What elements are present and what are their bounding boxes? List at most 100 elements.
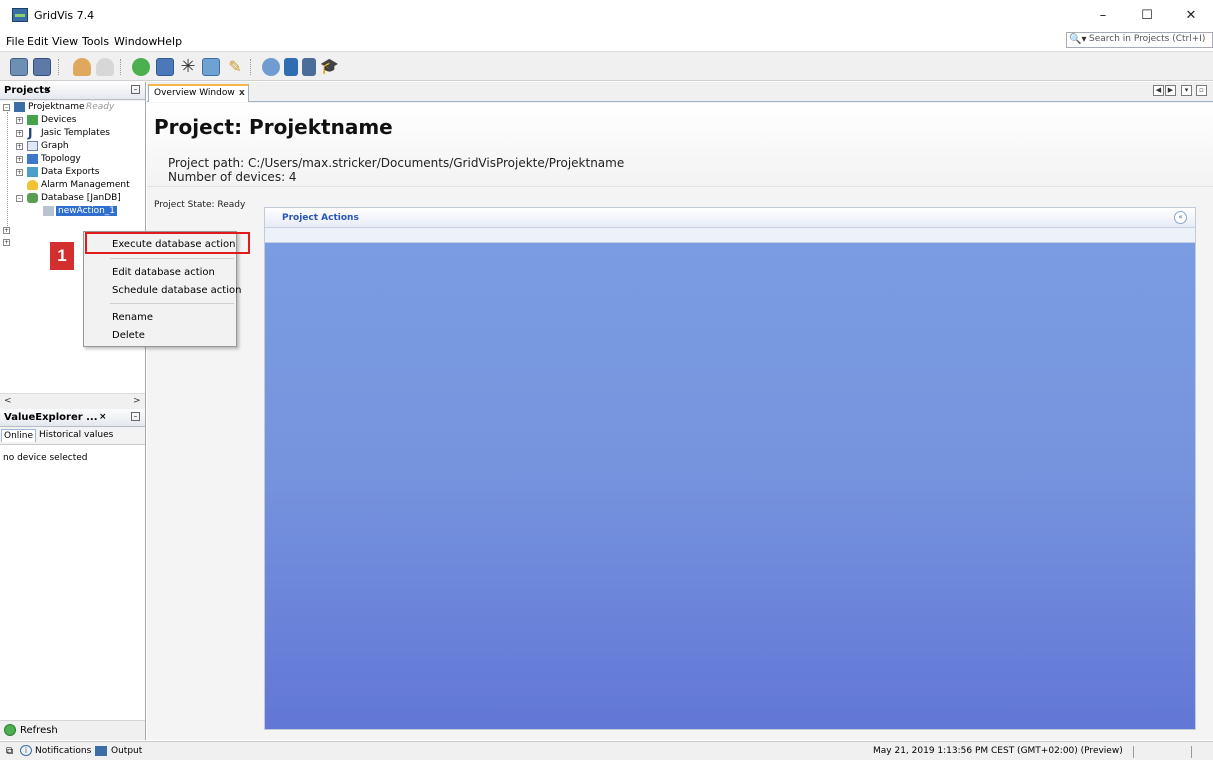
data-export-icon <box>27 167 38 177</box>
expand-icon[interactable]: + <box>3 227 10 234</box>
tree-label: Topology <box>41 154 81 164</box>
project-actions-header[interactable]: Project Actions « <box>265 208 1195 228</box>
collapse-icon[interactable]: – <box>16 195 23 202</box>
menu-help[interactable]: Help <box>157 35 182 48</box>
tree-node-data-exports[interactable]: + Data Exports <box>0 167 145 179</box>
info-icon: i <box>20 745 32 756</box>
tab-list-icon[interactable]: ▾ <box>1181 85 1192 96</box>
project-actions-panel: Project Actions « <box>264 207 1196 730</box>
value-explorer-title: ValueExplorer ... <box>4 412 98 423</box>
tab-historical-values[interactable]: Historical values <box>37 429 115 441</box>
export-icon[interactable] <box>302 58 316 76</box>
tree-node-new-action[interactable]: newAction_1 <box>0 206 145 218</box>
project-actions-strip <box>265 228 1195 243</box>
search-icon: 🔍▾ <box>1069 34 1087 45</box>
tab-close-icon[interactable]: x <box>239 88 245 98</box>
project-state: Project State: Ready <box>154 200 246 210</box>
menu-tools[interactable]: Tools <box>82 35 109 48</box>
tree-node-jasic[interactable]: + J Jasic Templates <box>0 126 145 140</box>
tree-node-collapsed[interactable]: + <box>0 225 30 237</box>
menu-item-delete[interactable]: Delete <box>84 327 236 344</box>
minimize-panel-icon[interactable]: – <box>131 85 140 94</box>
tree-node-root[interactable]: – Projektname Ready <box>0 102 145 114</box>
action-icon <box>43 206 54 216</box>
app-logo-icon <box>12 8 28 22</box>
topology-star-icon[interactable]: ✳ <box>179 58 197 76</box>
collapse-icon[interactable]: – <box>3 104 10 111</box>
toolbar: ✳ ✎ 🎓 <box>0 51 1213 81</box>
expand-icon[interactable]: + <box>16 143 23 150</box>
minimize-button[interactable]: – <box>1081 0 1125 31</box>
restore-window-icon[interactable]: ▫ <box>1196 85 1207 96</box>
device-config-icon[interactable] <box>156 58 174 76</box>
menu-bar: File Edit View Tools Window Help <box>0 31 1213 51</box>
tree-node-topology[interactable]: + Topology <box>0 154 145 166</box>
alarm-icon <box>27 180 38 190</box>
project-header: Project: Projektname Project path: C:/Us… <box>147 103 1213 187</box>
tree-node-graph[interactable]: + Graph <box>0 141 145 153</box>
topology-icon <box>27 154 38 164</box>
user-icon[interactable] <box>262 58 280 76</box>
maximize-button[interactable]: ☐ <box>1125 0 1169 31</box>
tab-overview-window[interactable]: Overview Window x <box>148 84 249 102</box>
output-button[interactable]: Output <box>111 746 142 756</box>
status-divider <box>1191 746 1192 758</box>
graduation-cap-icon[interactable]: 🎓 <box>320 58 339 76</box>
menu-item-schedule-database-action[interactable]: Schedule database action <box>84 282 241 299</box>
expand-icon[interactable]: + <box>16 117 23 124</box>
search-input[interactable]: 🔍▾ Search in Projects (Ctrl+I) <box>1066 32 1213 48</box>
undo-icon[interactable] <box>73 58 91 76</box>
tab-scroll-right-icon[interactable]: ▶ <box>1165 85 1176 96</box>
sync-icon[interactable] <box>132 58 150 76</box>
menu-view[interactable]: View <box>52 35 78 48</box>
projects-close-icon[interactable]: × <box>44 85 52 95</box>
scroll-left-icon[interactable]: < <box>4 394 12 408</box>
refresh-button[interactable]: Refresh <box>0 720 145 740</box>
window-restore-icon[interactable]: ⧉ <box>6 746 13 757</box>
tab-scroll-left-icon[interactable]: ◀ <box>1153 85 1164 96</box>
tree-label: Data Exports <box>41 167 100 177</box>
tree-label: Jasic Templates <box>41 128 110 138</box>
expand-icon[interactable]: + <box>3 239 10 246</box>
tab-online[interactable]: Online <box>1 429 37 442</box>
horizontal-scrollbar[interactable]: < > <box>0 393 145 407</box>
tree-node-collapsed[interactable]: + <box>0 237 30 249</box>
redo-icon[interactable] <box>96 58 114 76</box>
refresh-label: Refresh <box>20 725 58 736</box>
value-explorer-header: ValueExplorer ... × – <box>0 409 145 427</box>
graph-window-icon[interactable] <box>202 58 220 76</box>
open-project-icon[interactable] <box>10 58 28 76</box>
title-bar: GridVis 7.4 – ☐ ✕ <box>0 0 1213 31</box>
tree-label: Alarm Management <box>41 180 130 190</box>
expand-icon[interactable]: + <box>16 130 23 137</box>
report-icon[interactable] <box>284 58 298 76</box>
tree-label-selected: newAction_1 <box>56 206 118 216</box>
menu-item-rename[interactable]: Rename <box>84 309 236 326</box>
tools-icon[interactable]: ✎ <box>226 58 244 76</box>
status-bar: ⧉ i Notifications Output May 21, 2019 1:… <box>0 741 1213 760</box>
tree-node-database[interactable]: – Database [JanDB] <box>0 193 145 205</box>
notifications-button[interactable]: Notifications <box>35 746 91 756</box>
tree-node-devices[interactable]: + Devices <box>0 115 145 127</box>
expand-icon[interactable]: + <box>16 169 23 176</box>
left-panel: Projects × – – Projektname Ready + Devic… <box>0 82 146 740</box>
menu-separator <box>110 258 234 259</box>
menu-item-edit-database-action[interactable]: Edit database action <box>84 264 236 281</box>
collapse-up-icon[interactable]: « <box>1174 211 1187 224</box>
tree-root-status: Ready <box>86 102 115 112</box>
tree-label: Database [JanDB] <box>41 193 121 203</box>
value-explorer-close-icon[interactable]: × <box>99 412 107 422</box>
save-icon[interactable] <box>33 58 51 76</box>
expand-icon[interactable]: + <box>16 156 23 163</box>
menu-edit[interactable]: Edit <box>27 35 48 48</box>
scroll-right-icon[interactable]: > <box>133 394 141 408</box>
menu-file[interactable]: File <box>6 35 24 48</box>
tree-node-alarm[interactable]: Alarm Management <box>0 180 145 192</box>
status-divider <box>1133 746 1134 758</box>
menu-window[interactable]: Window <box>114 35 157 48</box>
toolbar-separator <box>250 59 252 75</box>
output-icon <box>95 746 107 756</box>
minimize-panel-icon[interactable]: – <box>131 412 140 421</box>
close-button[interactable]: ✕ <box>1169 0 1213 31</box>
value-explorer-empty-text: no device selected <box>3 453 88 463</box>
